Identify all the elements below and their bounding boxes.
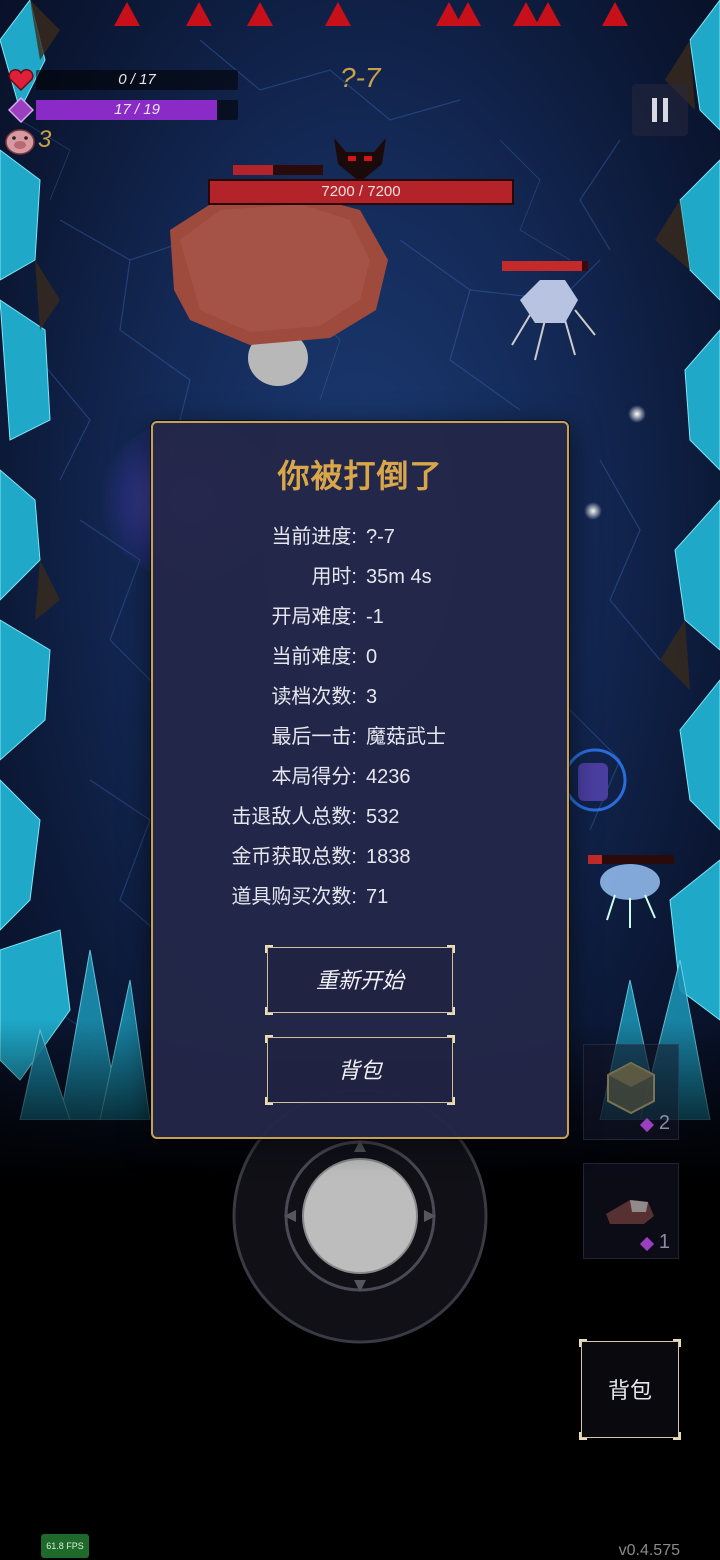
gold-count: 3 [38, 126, 52, 153]
boot-item-icon [606, 1200, 654, 1224]
spike-hazard [535, 2, 561, 26]
jelly-enemy [600, 864, 660, 928]
boss-small-bar [233, 165, 323, 175]
stat-label: 击退敌人总数: [231, 806, 357, 828]
stat-value: 4236 [366, 766, 411, 788]
player-sprite [563, 748, 627, 812]
stat-label: 用时: [311, 566, 357, 588]
stat-label: 读档次数: [271, 686, 357, 708]
sparkle [628, 405, 646, 423]
game-screen: 0 / 17 17 / 19 3 ?-7 7200 / 7200 2 1 背包 … [0, 0, 720, 1560]
stat-value: 魔菇武士 [366, 726, 446, 748]
joystick-knob [302, 1158, 418, 1274]
gem-icon [639, 1117, 655, 1133]
gem-icon [639, 1236, 655, 1252]
stat-value: ?-7 [366, 526, 395, 548]
stat-label: 最后一击: [271, 726, 357, 748]
stat-label: 当前进度: [271, 526, 357, 548]
spike-hazard [602, 2, 628, 26]
health-bar: 0 / 17 [36, 70, 238, 90]
spike-hazard [247, 2, 273, 26]
version-label: v0.4.575 [618, 1542, 680, 1559]
spider-health-bar [502, 261, 588, 271]
item-count: 2 [658, 1112, 670, 1134]
boss-demon-icon [334, 138, 386, 182]
restart-button[interactable]: 重新开始 [265, 945, 455, 1015]
spike-hazard [325, 2, 351, 26]
spike-hazard [455, 2, 481, 26]
stat-label: 道具购买次数: [231, 886, 357, 908]
stat-value: 0 [366, 646, 378, 668]
stat-row: 击退敌人总数: 532 [153, 797, 567, 837]
stat-value: 35m 4s [366, 566, 432, 588]
backpack-button[interactable]: 背包 [579, 1339, 681, 1440]
health-text: 0 / 17 [118, 71, 156, 88]
stat-value: 532 [366, 806, 400, 828]
stat-value: 71 [366, 886, 389, 908]
mana-bar: 17 / 19 [36, 100, 238, 120]
dialog-backpack-button-label: 背包 [337, 1058, 382, 1083]
stat-value: 1838 [366, 846, 411, 868]
stat-label: 金币获取总数: [231, 846, 357, 868]
stat-row: 道具购买次数: 71 [153, 877, 567, 917]
item-slot-1[interactable]: 2 [583, 1044, 679, 1140]
stat-row: 当前难度: 0 [153, 637, 567, 677]
stat-row: 金币获取总数: 1838 [153, 837, 567, 877]
stat-row: 用时: 35m 4s [153, 557, 567, 597]
pig-gold-icon [5, 129, 35, 155]
fps-counter: 61.8 FPS [41, 1534, 89, 1558]
boss-health-bar: 7200 / 7200 [208, 179, 514, 205]
mana-text: 17 / 19 [114, 101, 160, 118]
stat-row: 读档次数: 3 [153, 677, 567, 717]
item-count: 1 [658, 1231, 670, 1253]
spike-hazard [186, 2, 212, 26]
stat-label: 当前难度: [271, 646, 357, 668]
stat-label: 开局难度: [271, 606, 357, 628]
item-slot-2[interactable]: 1 [583, 1163, 679, 1259]
stat-row: 最后一击: 魔菇武士 [153, 717, 567, 757]
pause-button[interactable] [632, 84, 688, 136]
stat-value: -1 [366, 606, 384, 628]
stat-value: 3 [366, 686, 378, 708]
dialog-title: 你被打倒了 [277, 458, 443, 494]
sparkle [584, 502, 602, 520]
stage-label: ?-7 [340, 62, 381, 93]
heart-icon [8, 69, 34, 92]
boss-health-text: 7200 / 7200 [321, 183, 401, 200]
stat-label: 本局得分: [271, 766, 357, 788]
spike-hazard [114, 2, 140, 26]
cube-item-icon [607, 1061, 655, 1115]
stat-row: 当前进度: ?-7 [153, 517, 567, 557]
game-over-dialog: 你被打倒了 当前进度: ?-7 用时: 35m 4s 开局难度: -1 当前难度… [151, 421, 569, 1139]
stat-row: 本局得分: 4236 [153, 757, 567, 797]
spider-enemy [511, 280, 596, 361]
backpack-button-label: 背包 [607, 1378, 652, 1403]
restart-button-label: 重新开始 [315, 968, 404, 993]
mana-gem-icon [8, 97, 34, 123]
stat-row: 开局难度: -1 [153, 597, 567, 637]
dialog-backpack-button[interactable]: 背包 [265, 1035, 455, 1105]
jelly-health-bar [588, 855, 674, 864]
mushroom-boss [170, 194, 388, 386]
